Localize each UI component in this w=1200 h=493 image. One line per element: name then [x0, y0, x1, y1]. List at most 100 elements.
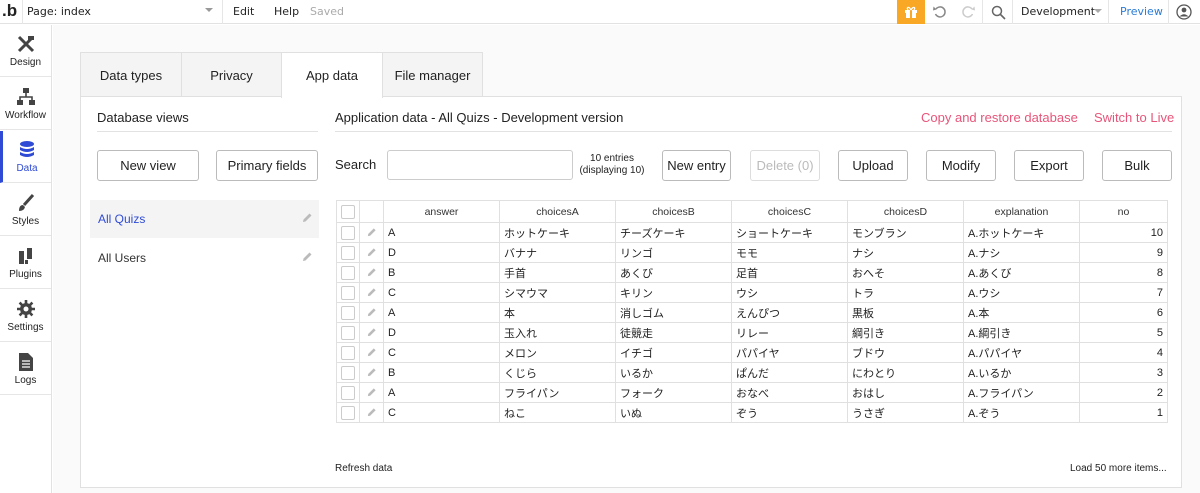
column-header-choicesa[interactable]: choicesA — [499, 200, 616, 223]
tab-app-data[interactable]: App data — [281, 52, 383, 98]
pencil-icon[interactable] — [366, 247, 377, 258]
row-checkbox[interactable] — [341, 245, 355, 260]
table-cell-answer[interactable]: C — [383, 402, 500, 423]
table-cell-choicesd[interactable]: ブドウ — [847, 342, 964, 363]
table-cell-answer[interactable]: A — [383, 382, 500, 403]
row-edit-cell[interactable] — [359, 402, 384, 423]
table-cell-choicesa[interactable]: ホットケーキ — [499, 222, 616, 243]
search-input[interactable] — [387, 150, 573, 180]
table-row[interactable]: A 本消しゴム えんぴつ 黒板 A.本 6 — [336, 302, 1168, 323]
table-cell-choicesc[interactable]: リレー — [731, 322, 848, 343]
table-cell-choicesb[interactable]: いぬ — [615, 402, 732, 423]
table-cell-choicesa[interactable]: 本 — [499, 302, 616, 323]
table-cell-explanation[interactable]: A.あくび — [963, 262, 1080, 283]
bulk-button[interactable]: Bulk — [1102, 150, 1172, 181]
table-cell-choicesa[interactable]: 手首 — [499, 262, 616, 283]
row-edit-cell[interactable] — [359, 342, 384, 363]
table-cell-choicesc[interactable]: ぞう — [731, 402, 848, 423]
table-cell-choicesd[interactable]: トラ — [847, 282, 964, 303]
row-checkbox[interactable] — [341, 345, 355, 360]
table-cell-answer[interactable]: B — [383, 262, 500, 283]
table-cell-answer[interactable]: A — [383, 302, 500, 323]
table-row[interactable]: B くじら いるか ぱんだ にわとり A.いるか 3 — [336, 362, 1168, 383]
table-cell-answer[interactable]: C — [383, 342, 500, 363]
gift-button[interactable] — [897, 0, 925, 24]
load-more-link[interactable]: Load 50 more items... — [1070, 463, 1167, 474]
row-edit-cell[interactable] — [359, 382, 384, 403]
table-cell-choicesb[interactable]: イチゴ — [615, 342, 732, 363]
table-cell-choicesc[interactable]: おなべ — [731, 382, 848, 403]
row-checkbox[interactable] — [341, 325, 355, 340]
table-cell-choicesb[interactable]: チーズケーキ — [615, 222, 732, 243]
pencil-icon[interactable] — [301, 212, 313, 224]
row-select-cell[interactable] — [336, 382, 360, 403]
table-cell-explanation[interactable]: A.ナシ — [963, 242, 1080, 263]
table-cell-choicesb[interactable]: リンゴ — [615, 242, 732, 263]
row-checkbox[interactable] — [341, 285, 355, 300]
export-button[interactable]: Export — [1014, 150, 1084, 181]
table-cell-explanation[interactable]: A.ホットケーキ — [963, 222, 1080, 243]
table-row[interactable]: D バナナ リンゴ モモ ナシ A.ナシ 9 — [336, 242, 1168, 263]
pencil-icon[interactable] — [366, 227, 377, 238]
table-cell-no[interactable]: 6 — [1079, 302, 1168, 323]
row-select-cell[interactable] — [336, 282, 360, 303]
row-checkbox[interactable] — [341, 405, 355, 420]
table-cell-choicesc[interactable]: モモ — [731, 242, 848, 263]
row-edit-cell[interactable] — [359, 362, 384, 383]
table-cell-choicesa[interactable]: フライパン — [499, 382, 616, 403]
pencil-icon[interactable] — [366, 387, 377, 398]
rail-item-plugins[interactable]: Plugins — [0, 237, 51, 289]
rail-item-styles[interactable]: Styles — [0, 184, 51, 236]
delete-button[interactable]: Delete (0) — [750, 150, 820, 181]
table-cell-choicesd[interactable]: おはし — [847, 382, 964, 403]
table-cell-explanation[interactable]: A.ウシ — [963, 282, 1080, 303]
environment-selector[interactable]: Development — [1021, 5, 1095, 18]
column-header-choicesc[interactable]: choicesC — [731, 200, 848, 223]
pencil-icon[interactable] — [366, 367, 377, 378]
table-cell-no[interactable]: 10 — [1079, 222, 1168, 243]
select-all-checkbox[interactable] — [341, 204, 355, 219]
table-cell-choicesc[interactable]: ぱんだ — [731, 362, 848, 383]
table-cell-choicesa[interactable]: バナナ — [499, 242, 616, 263]
row-edit-cell[interactable] — [359, 302, 384, 323]
table-row[interactable]: D 玉入れ 徒競走 リレー 綱引き A.綱引き 5 — [336, 322, 1168, 343]
table-cell-answer[interactable]: B — [383, 362, 500, 383]
table-cell-no[interactable]: 7 — [1079, 282, 1168, 303]
tab-data-types[interactable]: Data types — [80, 52, 182, 97]
table-cell-choicesc[interactable]: ウシ — [731, 282, 848, 303]
table-cell-choicesa[interactable]: シマウマ — [499, 282, 616, 303]
table-cell-choicesa[interactable]: くじら — [499, 362, 616, 383]
refresh-data-link[interactable]: Refresh data — [335, 463, 392, 474]
row-select-cell[interactable] — [336, 342, 360, 363]
table-cell-explanation[interactable]: A.パパイヤ — [963, 342, 1080, 363]
row-edit-cell[interactable] — [359, 282, 384, 303]
chevron-down-icon[interactable] — [205, 8, 213, 12]
bubble-logo[interactable]: .b — [2, 1, 17, 21]
row-select-cell[interactable] — [336, 322, 360, 343]
table-cell-choicesd[interactable]: うさぎ — [847, 402, 964, 423]
row-select-cell[interactable] — [336, 242, 360, 263]
column-header-no[interactable]: no — [1079, 200, 1168, 223]
primary-fields-button[interactable]: Primary fields — [216, 150, 318, 181]
rail-item-settings[interactable]: Settings — [0, 290, 51, 342]
table-row[interactable]: A ホットケーキ チーズケーキ ショートケーキ モンブラン A.ホットケーキ 10 — [336, 222, 1168, 243]
table-cell-choicesb[interactable]: キリン — [615, 282, 732, 303]
table-cell-answer[interactable]: D — [383, 242, 500, 263]
table-row[interactable]: C メロン イチゴ パパイヤ ブドウ A.パパイヤ 4 — [336, 342, 1168, 363]
row-checkbox[interactable] — [341, 365, 355, 380]
row-select-cell[interactable] — [336, 222, 360, 243]
column-header-choicesd[interactable]: choicesD — [847, 200, 964, 223]
rail-item-design[interactable]: Design — [0, 25, 51, 77]
table-cell-no[interactable]: 2 — [1079, 382, 1168, 403]
pencil-icon[interactable] — [366, 327, 377, 338]
preview-link[interactable]: Preview — [1120, 5, 1163, 18]
table-cell-no[interactable]: 9 — [1079, 242, 1168, 263]
table-cell-explanation[interactable]: A.ぞう — [963, 402, 1080, 423]
table-cell-choicesb[interactable]: 徒競走 — [615, 322, 732, 343]
database-view-all-users[interactable]: All Users — [90, 239, 319, 277]
table-cell-no[interactable]: 8 — [1079, 262, 1168, 283]
table-cell-explanation[interactable]: A.綱引き — [963, 322, 1080, 343]
table-row[interactable]: B 手首 あくび 足首 おへそ A.あくび 8 — [336, 262, 1168, 283]
row-checkbox[interactable] — [341, 385, 355, 400]
row-checkbox[interactable] — [341, 225, 355, 240]
